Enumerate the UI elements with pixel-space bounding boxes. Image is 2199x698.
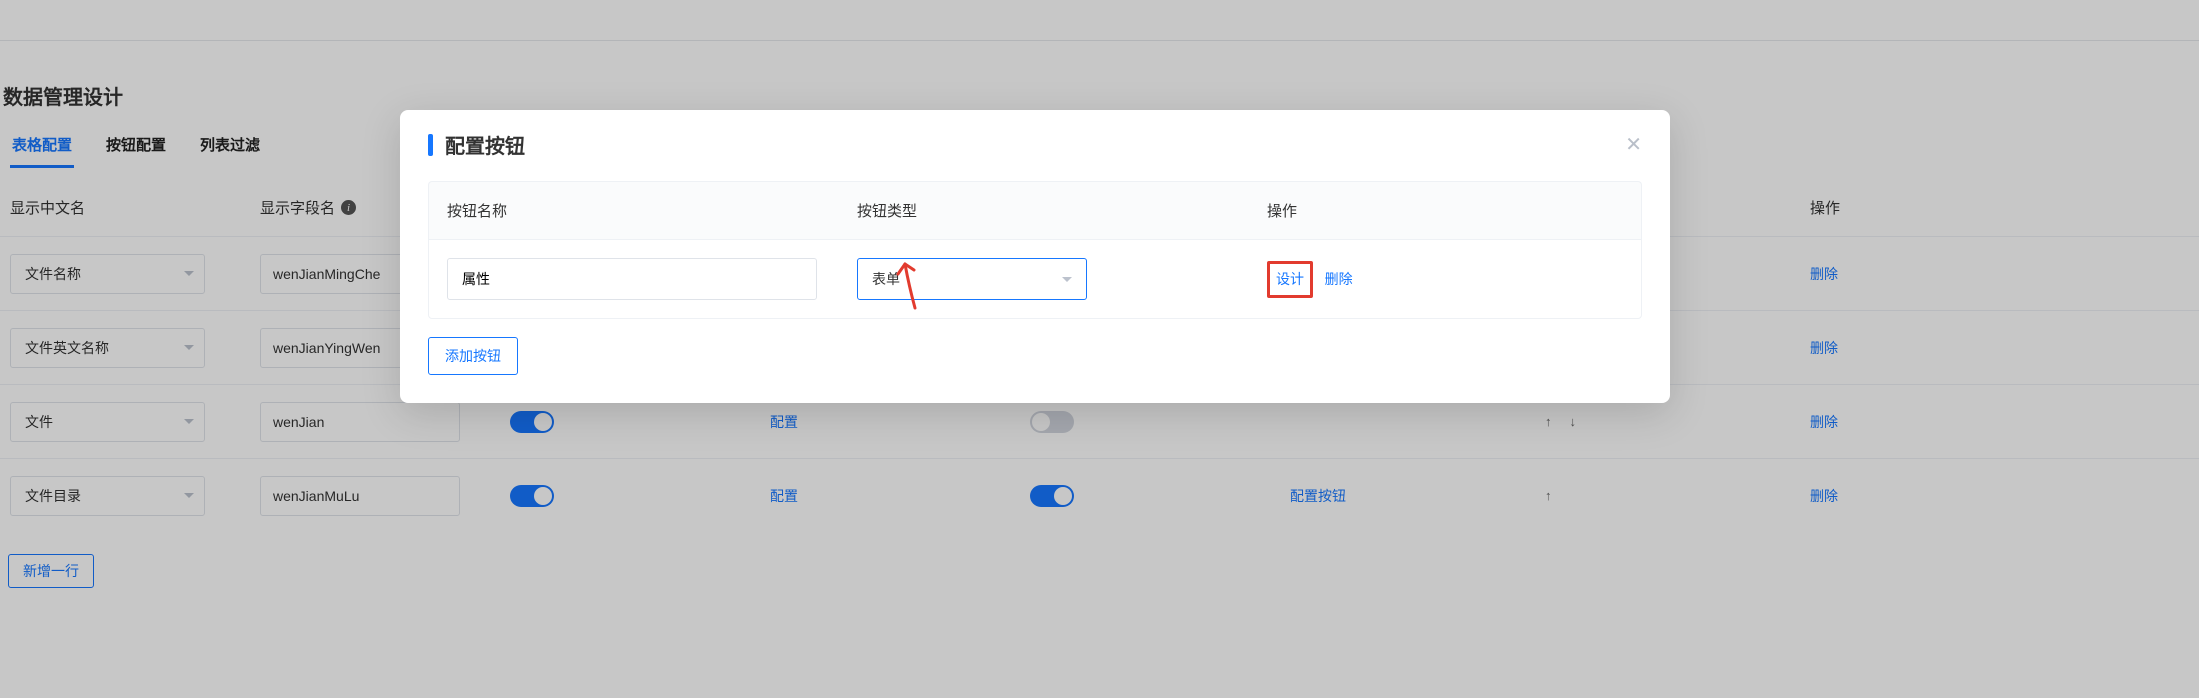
dialog-delete-link[interactable]: 删除 [1325,271,1353,287]
button-name-input[interactable] [447,258,817,300]
dialog-table-header: 按钮名称 按钮类型 操作 [428,181,1642,239]
highlight-box: 设计 [1267,261,1313,298]
dcol-type: 按钮类型 [857,200,1267,221]
dialog-title: 配置按钮 [445,130,525,159]
button-type-select[interactable]: 表单 [857,258,1087,300]
dcol-name: 按钮名称 [447,200,857,221]
config-button-dialog: 配置按钮 ✕ 按钮名称 按钮类型 操作 表单 设计 [400,110,1670,403]
design-link[interactable]: 设计 [1276,271,1304,287]
dialog-table-row: 表单 设计 删除 [428,239,1642,319]
button-type-value: 表单 [872,269,900,289]
title-accent-bar [428,134,433,156]
close-icon[interactable]: ✕ [1625,132,1642,157]
dcol-op: 操作 [1267,200,1623,221]
add-button[interactable]: 添加按钮 [428,337,518,375]
chevron-down-icon [1062,277,1072,282]
